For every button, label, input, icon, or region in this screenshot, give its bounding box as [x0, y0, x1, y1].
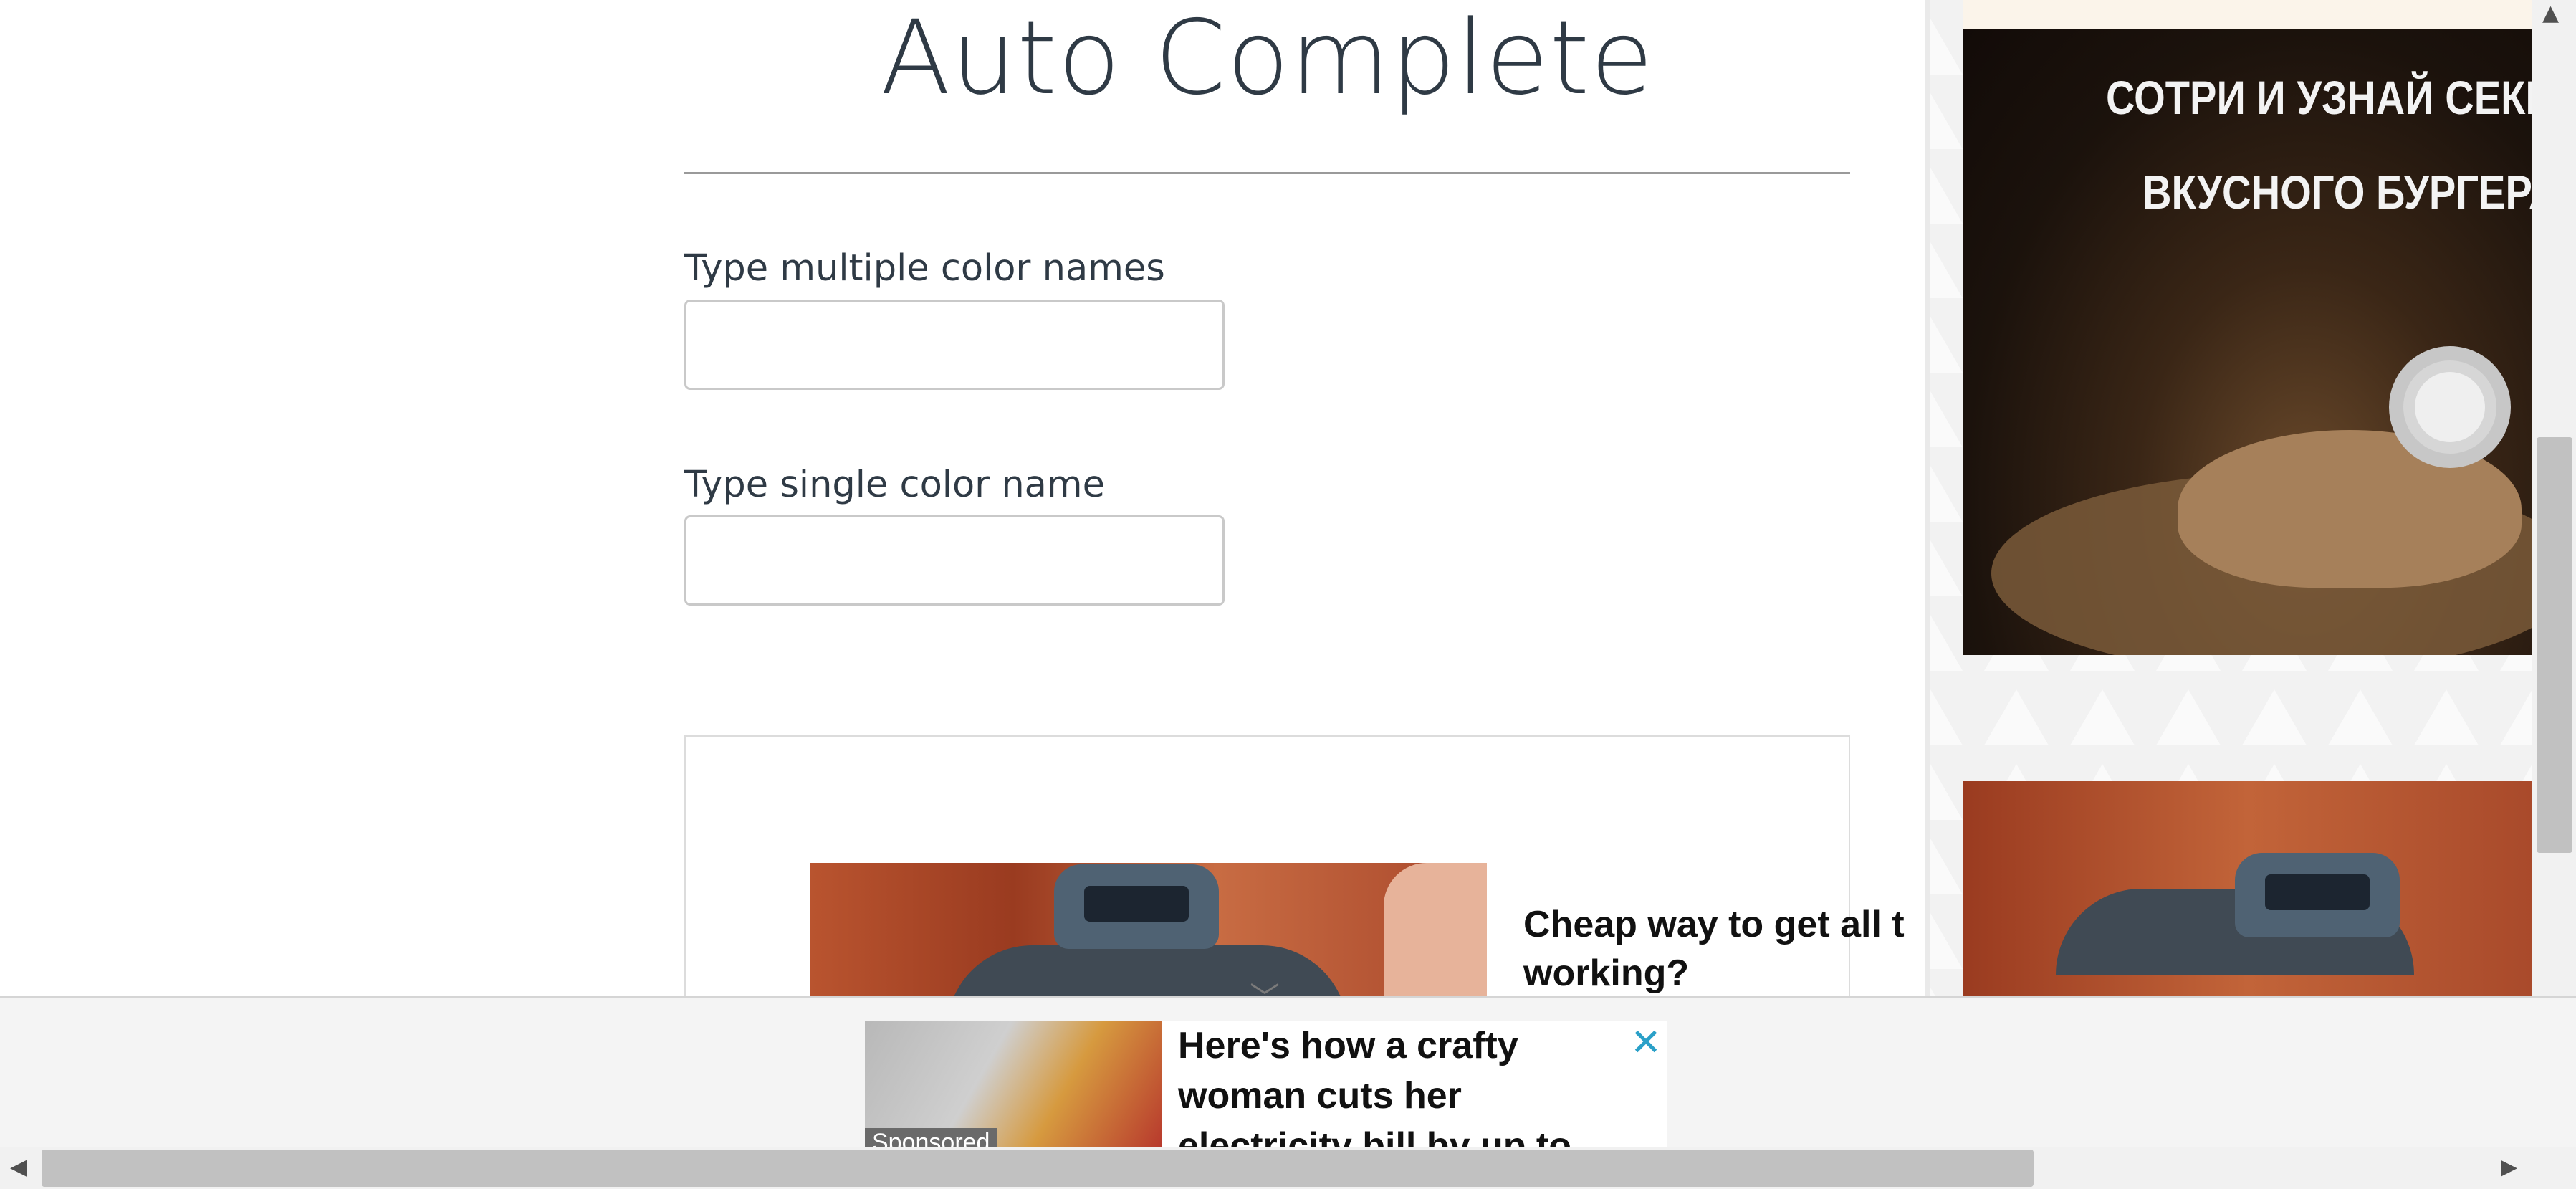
burger-ad-text: СОТРИ И УЗНАЙ СЕКРЕ ВКУСНОГО БУРГЕРА: [2106, 50, 2533, 239]
scroll-left-arrow-icon[interactable]: ◀: [10, 1157, 27, 1178]
hdmi-connector-shape: [1054, 864, 1219, 949]
title-divider: [684, 172, 1850, 174]
hdmi-device-shape: [947, 945, 1348, 999]
burger-ad-text-line1: СОТРИ И УЗНАЙ СЕКРЕ: [2106, 71, 2533, 124]
right-hdmi-connector-shape: [2235, 853, 2400, 937]
bottom-ad-headline-line2: woman cuts her: [1178, 1075, 1462, 1117]
inline-ad-image[interactable]: [810, 863, 1487, 999]
scroll-right-arrow-icon[interactable]: ▶: [2501, 1157, 2517, 1178]
collapse-chevron-icon[interactable]: ﹀: [1242, 983, 1287, 1013]
bottom-ad-headline-line3: electricity bill by up to: [1178, 1125, 1571, 1147]
multiple-color-label: Type multiple color names: [684, 247, 1165, 290]
inline-ad-headline-line1: Cheap way to get all t: [1523, 904, 1905, 945]
bottom-ad-headline[interactable]: Here's how a crafty woman cuts her elect…: [1178, 1021, 1637, 1147]
single-color-label: Type single color name: [684, 464, 1105, 506]
finger-shape: [1384, 863, 1487, 999]
single-color-input[interactable]: [684, 515, 1225, 606]
right-hdmi-port-shape: [2265, 874, 2370, 910]
scroll-up-arrow-icon[interactable]: ▲: [2542, 3, 2559, 24]
scratch-circle-icon[interactable]: [2389, 346, 2511, 468]
close-ad-icon[interactable]: ✕: [1628, 1024, 1664, 1061]
burger-ad-text-line2: ВКУСНОГО БУРГЕРА: [2142, 166, 2533, 219]
page-title: Auto Complete: [880, 0, 1655, 118]
inline-ad-headline-line2: working?: [1523, 952, 1690, 994]
right-ad-top-strip: [1963, 0, 2533, 29]
hdmi-port-shape: [1084, 886, 1189, 922]
horizontal-scrollbar-thumb[interactable]: [42, 1150, 2034, 1187]
vertical-scrollbar-thumb[interactable]: [2537, 437, 2572, 853]
multiple-color-input[interactable]: [684, 300, 1225, 390]
sponsored-badge: Sponsored: [865, 1128, 997, 1147]
inline-ad-headline[interactable]: Cheap way to get all t working?: [1523, 900, 1925, 1001]
right-hdmi-ad[interactable]: [1963, 781, 2533, 998]
bottom-ad[interactable]: Sponsored Here's how a crafty woman cuts…: [865, 1021, 1667, 1147]
bottom-ad-headline-line1: Here's how a crafty: [1178, 1025, 1518, 1066]
burger-ad[interactable]: СОТРИ И УЗНАЙ СЕКРЕ ВКУСНОГО БУРГЕРА: [1963, 29, 2533, 655]
